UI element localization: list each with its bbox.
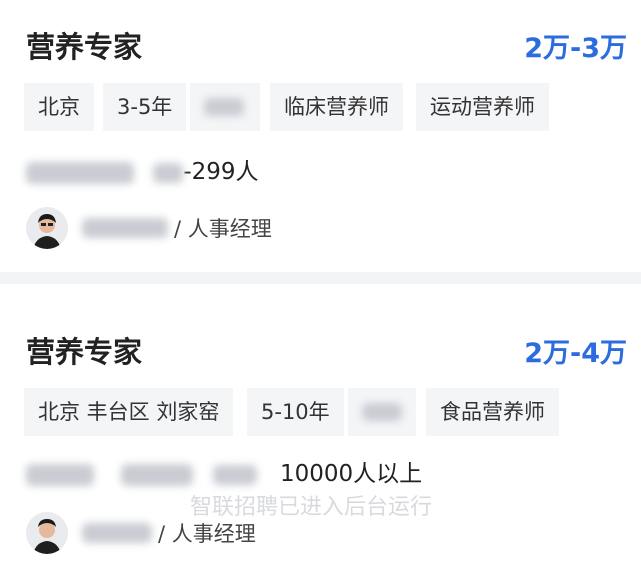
- recruiter-name-blurred: [82, 523, 152, 543]
- avatar: [26, 207, 68, 249]
- background-toast: 智联招聘已进入后台运行: [190, 495, 433, 520]
- company-type-blurred: [153, 162, 184, 183]
- recruiter[interactable]: / 人事经理: [26, 206, 272, 250]
- tag-location: 北京: [24, 83, 94, 131]
- job-title: 营养专家: [26, 30, 143, 64]
- tag-sports: 运动营养师: [416, 83, 549, 131]
- company-name-blurred: [26, 161, 134, 184]
- job-card[interactable]: 营养专家 2万-3万 北京 3-5年 临床营养师 运动营养师 -299人 / 人…: [0, 0, 641, 272]
- tag-clinical: 临床营养师: [270, 83, 403, 131]
- salary: 2万-4万: [524, 338, 627, 369]
- job-title: 营养专家: [26, 335, 143, 369]
- recruiter-role: / 人事经理: [174, 217, 272, 241]
- tag-location: 北京 丰台区 刘家窑: [24, 388, 234, 436]
- tag-blurred: [190, 83, 260, 131]
- company-info: -299人: [26, 152, 259, 186]
- tag-experience: 3-5年: [103, 83, 187, 131]
- tag-food: 食品营养师: [426, 388, 559, 436]
- avatar: [26, 512, 68, 554]
- company-industry-blurred: [121, 463, 194, 486]
- recruiter-name-blurred: [82, 218, 168, 238]
- company-size: 10000人以上: [279, 461, 423, 487]
- salary: 2万-3万: [524, 33, 627, 64]
- company-info: 10000人以上: [26, 454, 422, 488]
- tag-experience: 5-10年: [247, 388, 344, 436]
- company-name-blurred: [26, 463, 94, 486]
- company-type-blurred: [212, 464, 257, 485]
- tag-blurred: [348, 388, 416, 436]
- recruiter-role: / 人事经理: [158, 522, 256, 546]
- company-size: -299人: [183, 159, 259, 185]
